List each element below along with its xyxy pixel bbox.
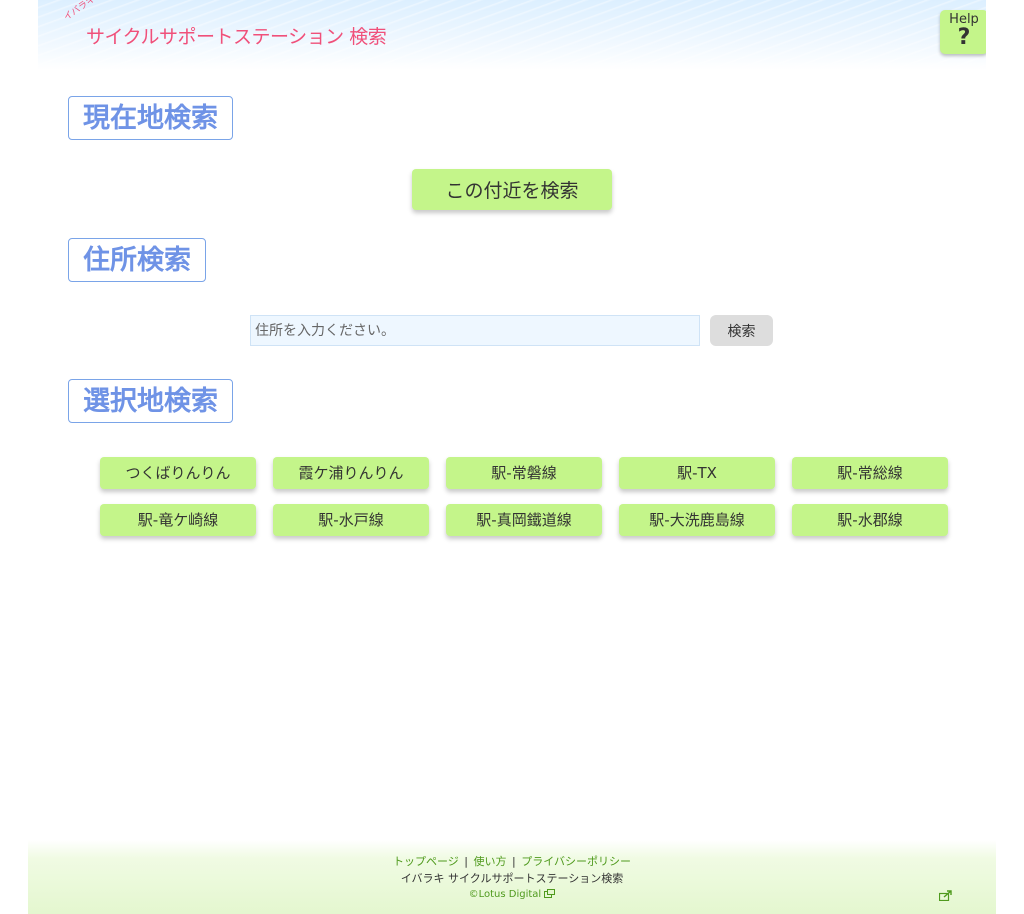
area-button-suigun-line[interactable]: 駅-水郡線 [792,504,948,536]
area-button-moka-railway[interactable]: 駅-真岡鐵道線 [446,504,602,536]
address-input[interactable] [250,315,700,346]
selected-area-title: 選択地検索 [68,379,233,423]
page: イバラキ サイクルサポートステーション 検索 Help ? 現在地検索 この付近… [0,0,1024,914]
footer-links: トップページ | 使い方 | プライバシーポリシー [28,853,996,869]
area-button-kasumigaura-rinrin[interactable]: 霞ケ浦りんりん [273,457,429,489]
footer-copyright: ©Lotus Digital [28,889,996,900]
area-button-grid: つくばりんりん 霞ケ浦りんりん 駅-常磐線 駅-TX 駅-常総線 駅-竜ケ崎線 … [100,457,950,536]
footer-link-privacy[interactable]: プライバシーポリシー [521,855,631,868]
footer-separator: | [512,855,516,868]
area-button-tx[interactable]: 駅-TX [619,457,775,489]
area-button-tsukuba-rinrin[interactable]: つくばりんりん [100,457,256,489]
search-nearby-button[interactable]: この付近を検索 [412,169,612,210]
help-button[interactable]: Help ? [940,10,986,54]
header: イバラキ サイクルサポートステーション 検索 Help ? [38,0,986,70]
footer-separator: | [464,855,468,868]
area-button-oarai-kashima-line[interactable]: 駅-大洗鹿島線 [619,504,775,536]
area-button-joban-line[interactable]: 駅-常磐線 [446,457,602,489]
footer: トップページ | 使い方 | プライバシーポリシー イバラキ サイクルサポートス… [28,840,996,914]
footer-link-top[interactable]: トップページ [393,855,459,868]
logo-text: サイクルサポートステーション 検索 [86,26,387,48]
copyright-link[interactable]: ©Lotus Digital [469,889,542,900]
area-button-joso-line[interactable]: 駅-常総線 [792,457,948,489]
share-icon[interactable] [939,889,953,901]
current-location-title: 現在地検索 [68,96,233,140]
footer-link-howto[interactable]: 使い方 [474,855,507,868]
area-button-mito-line[interactable]: 駅-水戸線 [273,504,429,536]
area-button-ryugasaki-line[interactable]: 駅-竜ケ崎線 [100,504,256,536]
address-search-button[interactable]: 検索 [710,315,773,346]
question-mark-icon: ? [957,25,971,50]
footer-site-name: イバラキ サイクルサポートステーション検索 [400,872,624,885]
address-search-title: 住所検索 [68,238,206,282]
logo-ruby: イバラキ [62,0,98,23]
external-window-icon [544,889,556,898]
